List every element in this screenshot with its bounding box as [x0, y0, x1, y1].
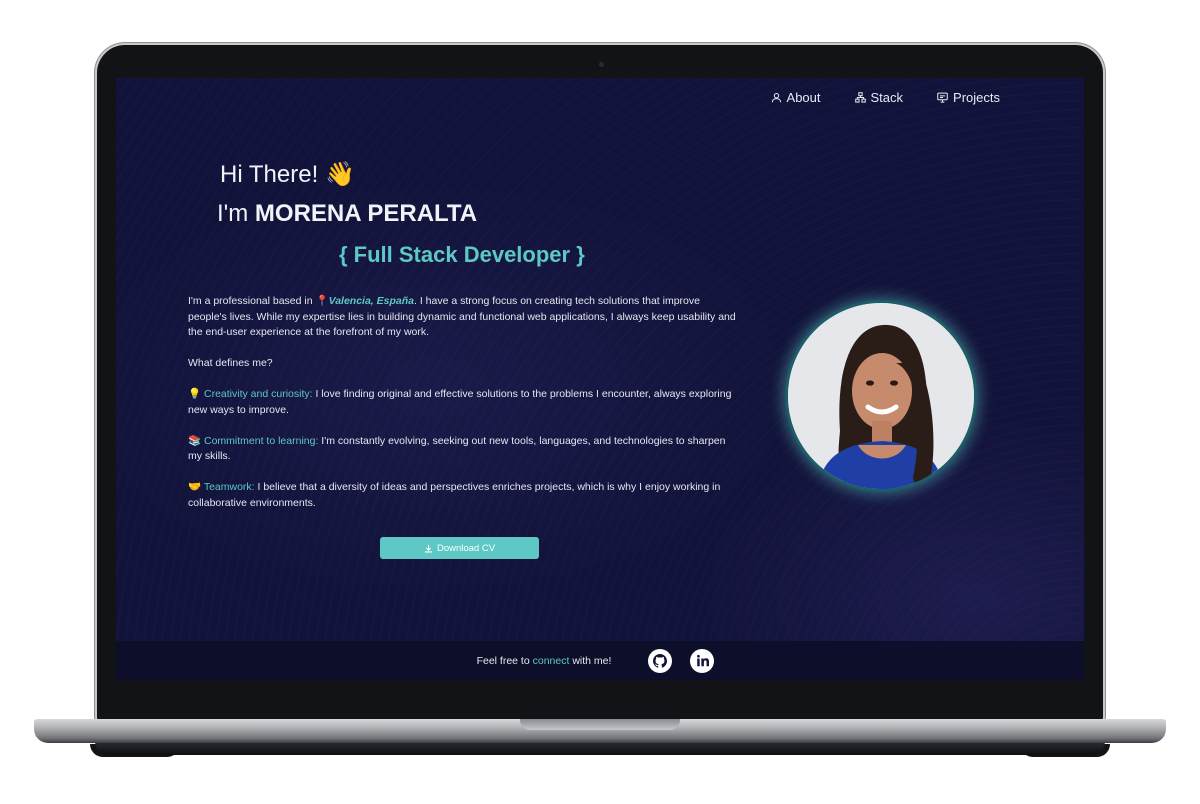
bio-intro: I'm a professional based in 📍Valencia, E…: [188, 294, 738, 341]
trait-title: Creativity and curiosity:: [204, 388, 313, 400]
bulb-icon: 💡: [188, 388, 202, 400]
github-icon: [653, 653, 668, 668]
linkedin-icon: [696, 654, 709, 667]
download-icon: [424, 544, 433, 552]
avatar: [785, 300, 977, 492]
trait-item: 🤝 Teamwork: I believe that a diversity o…: [188, 480, 738, 511]
location: Valencia, España: [328, 295, 414, 307]
bio-intro-a: I'm a professional based in: [188, 295, 313, 307]
role-title: { Full Stack Developer }: [339, 242, 585, 267]
connect-link[interactable]: connect: [533, 655, 570, 667]
handshake-icon: 🤝: [188, 481, 202, 493]
nav-stack[interactable]: Stack: [854, 90, 904, 105]
bio-question: What defines me?: [188, 357, 273, 369]
webcam: [599, 62, 604, 67]
trait-text: I believe that a diversity of ideas and …: [188, 481, 721, 509]
trait-item: 💡 Creativity and curiosity: I love findi…: [188, 387, 738, 418]
laptop-base-bottom: [95, 741, 1105, 755]
nav-about-label: About: [786, 90, 821, 105]
nav-about[interactable]: About: [771, 90, 821, 105]
books-icon: 📚: [188, 434, 202, 447]
download-cv-label: Download CV: [436, 542, 496, 554]
nav-projects[interactable]: Projects: [937, 90, 1000, 105]
footer-text-b: with me!: [572, 654, 612, 667]
footer-text: Feel free to connect with me!: [477, 655, 612, 667]
screen: About Stack Projects Hi There! 👋 I'm MOR…: [116, 78, 1084, 680]
projects-icon: [937, 92, 948, 103]
trait-item: 📚 Commitment to learning: I'm constantly…: [188, 434, 738, 465]
greeting: Hi There! 👋: [220, 160, 355, 189]
name-heading: I'm MORENA PERALTA: [217, 200, 477, 228]
stack-icon: [854, 92, 866, 103]
greeting-text: Hi There!: [220, 161, 319, 188]
footer: Feel free to connect with me!: [116, 641, 1084, 680]
footer-text-a: Feel free to: [476, 654, 530, 667]
nav-stack-label: Stack: [870, 90, 904, 105]
wave-icon: 👋: [324, 161, 355, 188]
full-name: MORENA PERALTA: [254, 200, 478, 227]
nav-projects-label: Projects: [953, 90, 1000, 105]
download-cv-button[interactable]: Download CV: [380, 537, 539, 559]
user-icon: [771, 92, 781, 103]
profile-photo: [788, 303, 974, 489]
trait-title: Commitment to learning:: [204, 434, 319, 447]
pin-icon: 📍: [315, 295, 329, 307]
bio: I'm a professional based in 📍Valencia, E…: [188, 294, 738, 527]
top-nav: About Stack Projects: [737, 90, 1000, 105]
name-prefix: I'm: [217, 200, 249, 227]
github-link[interactable]: [648, 648, 673, 673]
linkedin-link[interactable]: [690, 648, 715, 673]
trait-title: Teamwork:: [203, 481, 255, 493]
laptop-notch: [520, 719, 680, 730]
